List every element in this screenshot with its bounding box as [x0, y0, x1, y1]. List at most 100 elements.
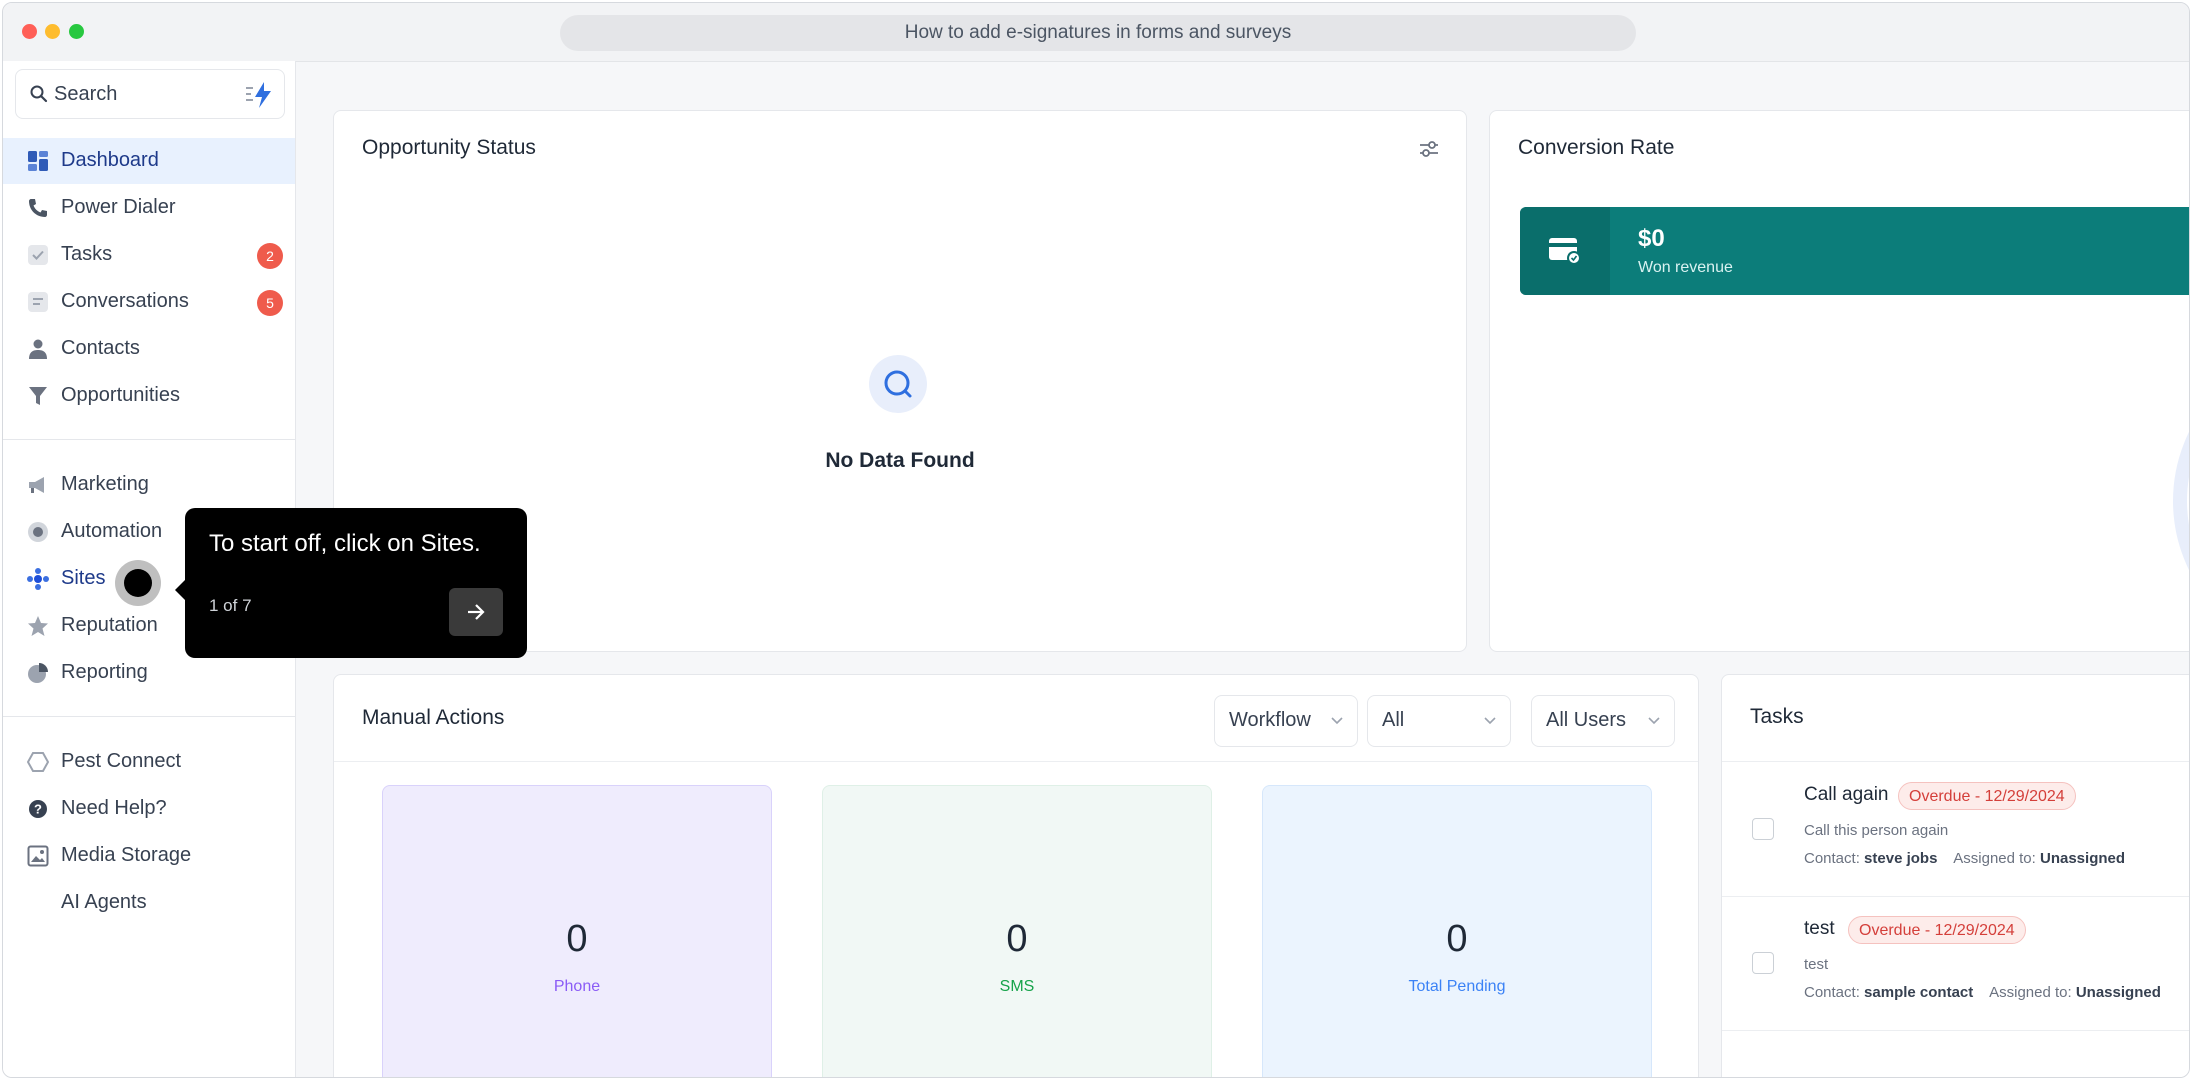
sidebar-item-tasks[interactable]: Tasks 2 [3, 232, 295, 278]
globe-icon [27, 568, 49, 590]
task-title: test [1804, 918, 1835, 939]
opportunity-status-title: Opportunity Status [362, 136, 536, 159]
sidebar-item-label: Reputation [61, 614, 158, 636]
conversations-count-badge: 5 [257, 290, 283, 316]
won-revenue-banner: $0 Won revenue [1520, 207, 2189, 295]
won-revenue-value: $0 [1638, 225, 1665, 252]
task-meta: Contact: steve jobs Assigned to: Unassig… [1804, 850, 2126, 867]
sidebar-divider [3, 716, 295, 717]
walkthrough-hotspot[interactable] [115, 560, 161, 606]
manual-actions-card: Manual Actions Workflow All All Users 0 … [333, 674, 1699, 1077]
chevron-down-icon [1331, 717, 1343, 725]
task-row[interactable]: Call again Overdue - 12/29/2024 Call thi… [1722, 762, 2189, 897]
task-title: Call again [1804, 784, 1889, 805]
task-meta: Contact: sample contact Assigned to: Una… [1804, 984, 2161, 1001]
task-checkbox[interactable] [1752, 952, 1774, 974]
card-divider [334, 761, 1698, 762]
search-input[interactable]: Search [15, 69, 285, 119]
walkthrough-tooltip: To start off, click on Sites. 1 of 7 [175, 508, 527, 658]
tooltip-step-counter: 1 of 7 [209, 596, 252, 615]
overdue-badge: Overdue - 12/29/2024 [1848, 916, 2026, 944]
pie-chart-icon [28, 663, 48, 683]
sidebar-item-label: Conversations [61, 290, 189, 312]
sidebar-item-label: Need Help? [61, 797, 167, 819]
sms-count: 0 [1006, 918, 1028, 960]
phone-label: Phone [553, 978, 601, 995]
tasks-title: Tasks [1750, 705, 1804, 728]
image-icon [27, 845, 49, 867]
task-row[interactable]: test Overdue - 12/29/2024 test Contact: … [1722, 896, 2189, 1031]
sidebar-item-dashboard[interactable]: Dashboard [3, 138, 295, 184]
next-step-button[interactable] [449, 588, 503, 636]
sms-stat-tile[interactable]: 0 SMS [822, 785, 1212, 1077]
sidebar-item-media-storage[interactable]: Media Storage [3, 833, 295, 879]
sidebar-item-label: Sites [61, 567, 106, 589]
dashboard-icon [28, 151, 48, 171]
sidebar-item-label: Media Storage [61, 844, 192, 866]
phone-icon [29, 199, 47, 217]
sidebar-item-label: Tasks [61, 243, 113, 265]
sidebar-item-label: Marketing [61, 473, 149, 495]
sidebar-item-label: Opportunities [61, 384, 180, 406]
search-placeholder: Search [54, 83, 118, 105]
megaphone-icon [29, 477, 44, 493]
task-assignee: Unassigned [2040, 850, 2126, 867]
task-checkbox[interactable] [1752, 818, 1774, 840]
sidebar-item-opportunities[interactable]: Opportunities [3, 373, 295, 419]
sidebar-item-label: AI Agents [61, 891, 147, 913]
wallet-icon [1549, 238, 1581, 265]
overdue-badge: Overdue - 12/29/2024 [1898, 782, 2076, 810]
check-icon [28, 245, 48, 265]
task-description: Call this person again [1804, 822, 1949, 839]
workflow-filter-dropdown[interactable]: Workflow [1214, 695, 1358, 747]
no-data-text: No Data Found [825, 449, 975, 472]
task-assignee: Unassigned [2075, 984, 2161, 1001]
sidebar-item-conversations[interactable]: Conversations 5 [3, 279, 295, 325]
users-filter-dropdown[interactable]: All Users [1531, 695, 1675, 747]
type-filter-dropdown[interactable]: All [1367, 695, 1511, 747]
sidebar-item-label: Power Dialer [61, 196, 176, 218]
help-icon: ? [29, 800, 47, 818]
total-pending-label: Total Pending [1408, 978, 1506, 995]
star-icon [28, 616, 48, 636]
task-contact: steve jobs [1864, 850, 1938, 867]
sidebar-item-contacts[interactable]: Contacts [3, 326, 295, 372]
close-window-button[interactable] [22, 24, 37, 39]
chevron-down-icon [1648, 717, 1660, 725]
total-pending-stat-tile[interactable]: 0 Total Pending [1262, 785, 1652, 1077]
conversion-rate-card: Conversion Rate $0 Won revenue [1489, 110, 2189, 652]
task-description: test [1804, 956, 1829, 973]
no-data-search-icon [869, 355, 927, 413]
tasks-count-badge: 2 [257, 243, 283, 269]
sidebar-item-marketing[interactable]: Marketing [3, 462, 295, 508]
arrow-right-icon [468, 604, 485, 620]
quick-action-bolt-icon[interactable] [244, 80, 274, 110]
tasks-card: Tasks Call again Overdue - 12/29/2024 Ca… [1721, 674, 2189, 1077]
manual-actions-title: Manual Actions [362, 706, 505, 729]
funnel-icon [29, 387, 47, 405]
maximize-window-button[interactable] [69, 24, 84, 39]
total-pending-count: 0 [1446, 918, 1468, 960]
filter-settings-icon[interactable] [1418, 139, 1440, 159]
phone-count: 0 [566, 918, 588, 960]
sidebar-item-label: Contacts [61, 337, 140, 359]
sidebar-item-need-help[interactable]: ? Need Help? [3, 786, 295, 832]
sidebar-item-label: Reporting [61, 661, 148, 683]
chat-icon [28, 292, 48, 312]
window-title: How to add e-signatures in forms and sur… [560, 15, 1636, 51]
conversion-gauge-ring [2173, 432, 2189, 570]
sidebar-item-label: Pest Connect [61, 750, 182, 772]
app-window: How to add e-signatures in forms and sur… [2, 2, 2190, 1078]
sidebar-item-label: Dashboard [61, 149, 159, 171]
sidebar-item-pest-connect[interactable]: Pest Connect [3, 739, 295, 785]
sidebar-divider [3, 439, 295, 440]
chevron-down-icon [1484, 717, 1496, 725]
sidebar-item-ai-agents[interactable]: AI Agents [3, 880, 295, 926]
won-revenue-label: Won revenue [1638, 259, 1733, 276]
svg-text:?: ? [34, 802, 42, 817]
sidebar-item-label: Automation [61, 520, 163, 542]
phone-stat-tile[interactable]: 0 Phone [382, 785, 772, 1077]
sidebar-item-power-dialer[interactable]: Power Dialer [3, 185, 295, 231]
minimize-window-button[interactable] [45, 24, 60, 39]
automation-icon [28, 522, 48, 542]
